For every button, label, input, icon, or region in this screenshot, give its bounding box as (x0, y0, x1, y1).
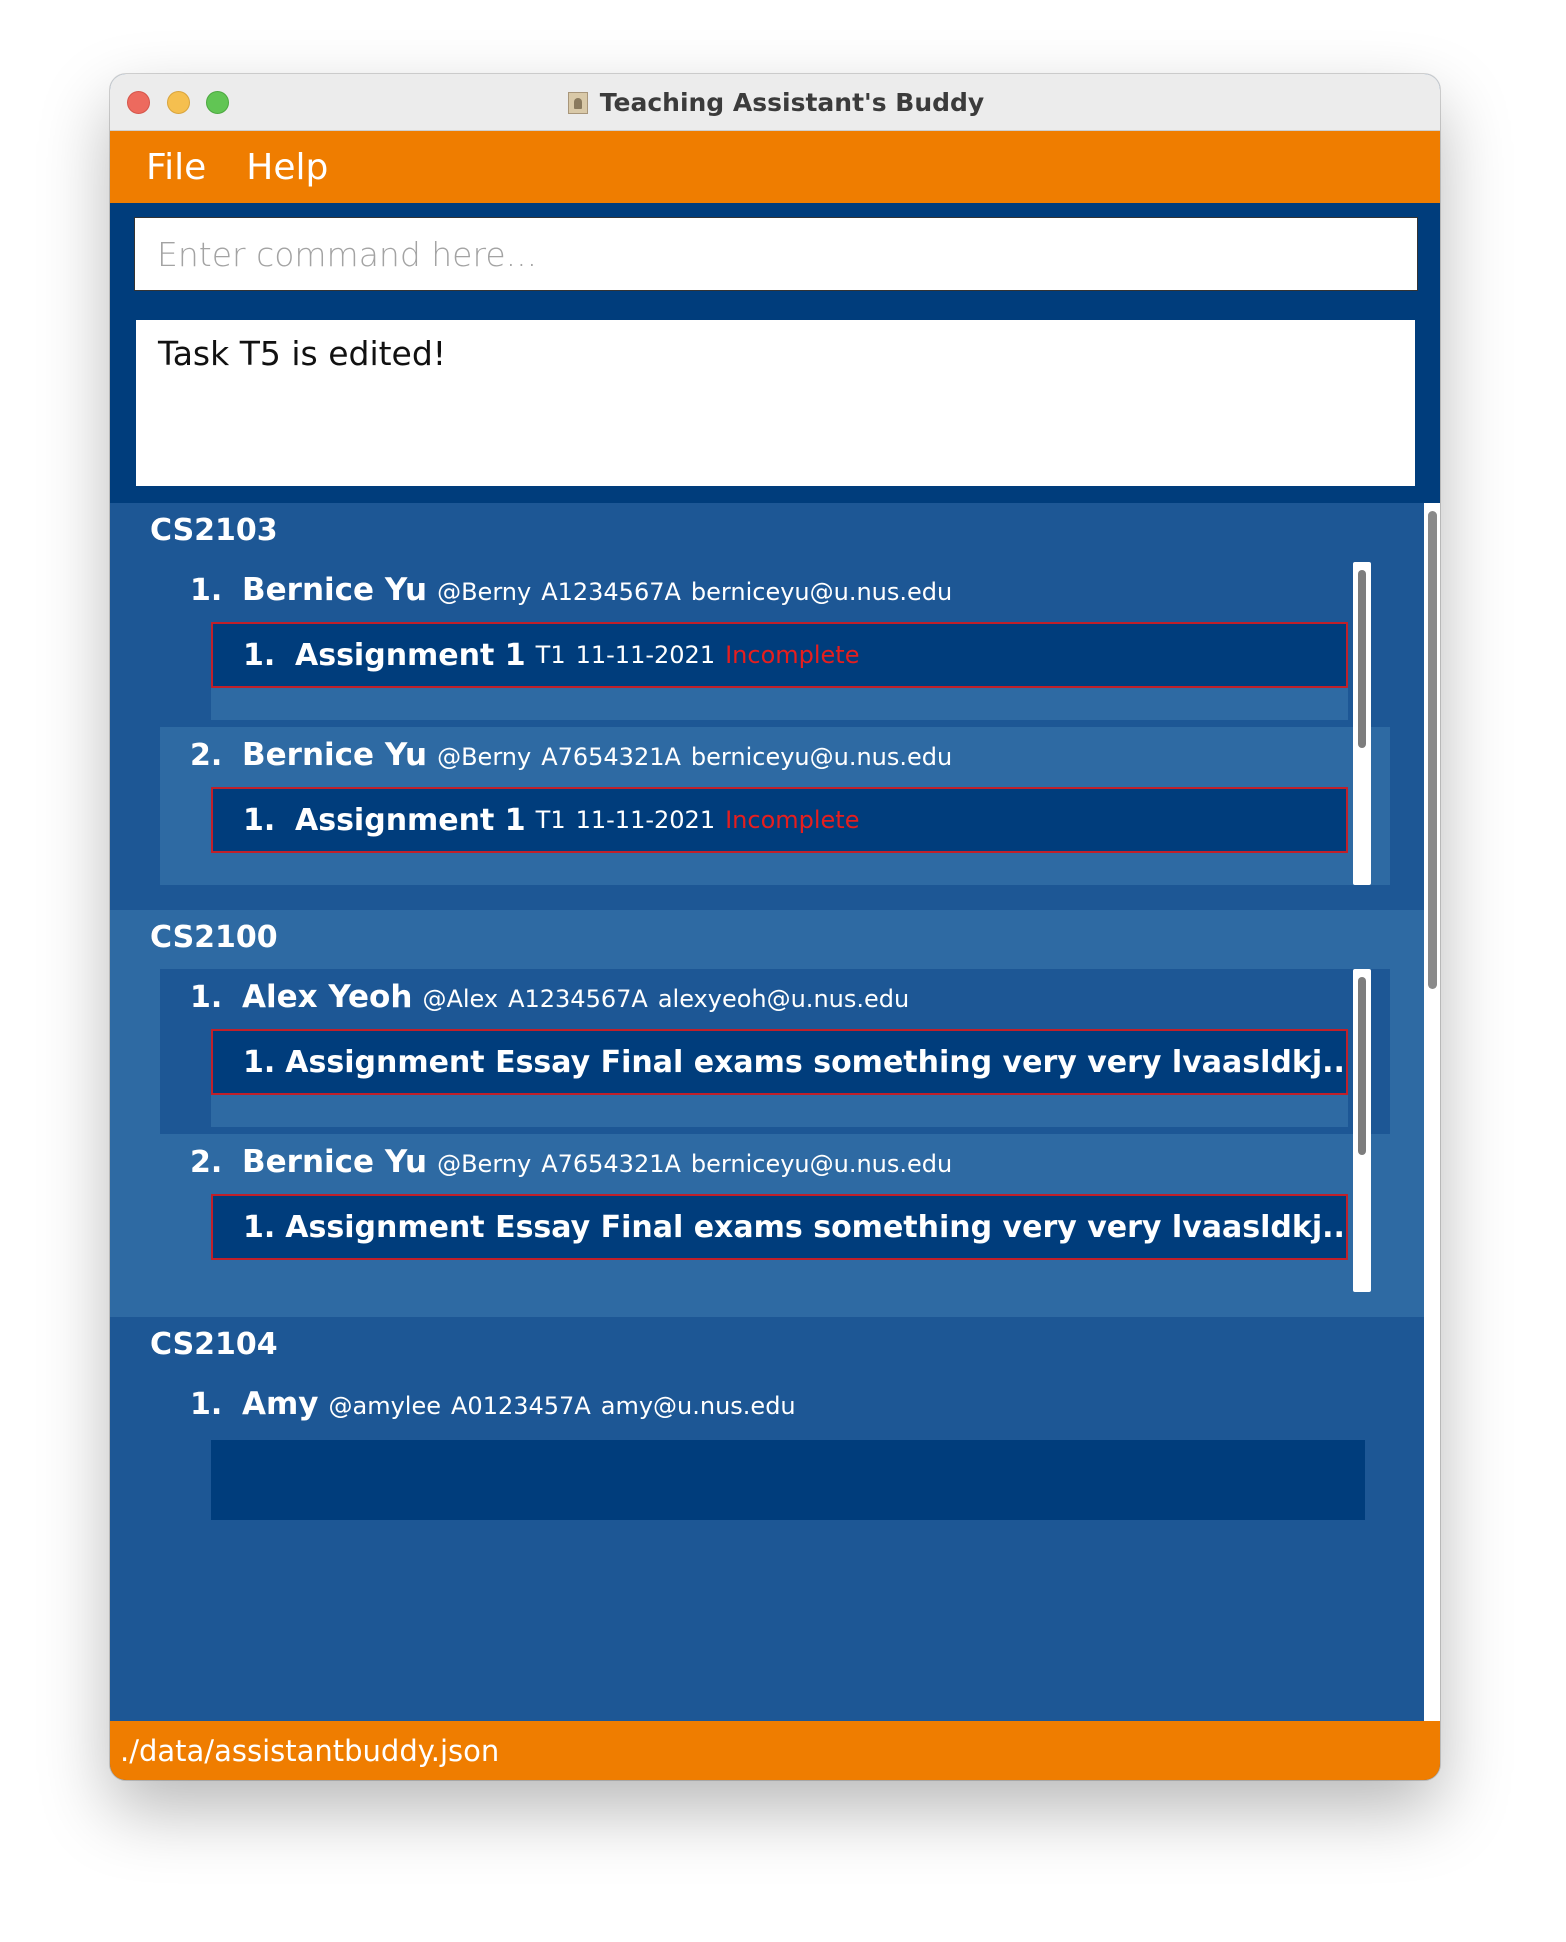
student-email: berniceyu@u.nus.edu (690, 1150, 953, 1178)
task-list-spacer (211, 688, 1348, 720)
student-telegram: @Berny (437, 1150, 532, 1178)
module-title: CS2103 (150, 513, 278, 548)
task-row[interactable]: 1. Assignment Essay Final exams somethin… (211, 1194, 1348, 1260)
student-email: alexyeoh@u.nus.edu (657, 985, 910, 1013)
student-name: Bernice Yu (242, 1144, 428, 1180)
module-card[interactable]: CS2100 1. Alex Yeoh @Alex A1234567A alex… (110, 910, 1424, 1317)
student-card[interactable]: 2. Bernice Yu @Berny A7654321A berniceyu… (160, 727, 1390, 885)
task-row[interactable]: 1. Assignment Essay Final exams somethin… (211, 1029, 1348, 1095)
student-list-scroll-thumb[interactable] (1358, 570, 1366, 748)
student-telegram: @amylee (328, 1392, 442, 1420)
task-name: Assignment Essay Final exams something v… (285, 1209, 1348, 1245)
module-list[interactable]: CS2103 1. Bernice Yu @Berny A1234567A be… (110, 503, 1440, 1721)
menu-help[interactable]: Help (246, 147, 328, 188)
command-input[interactable] (134, 217, 1418, 291)
student-name: Bernice Yu (242, 572, 428, 608)
student-list-scroll-thumb[interactable] (1358, 977, 1366, 1155)
student-list[interactable]: 1. Bernice Yu @Berny A1234567A berniceyu… (160, 562, 1390, 885)
menu-file[interactable]: File (146, 147, 206, 188)
student-id: A1234567A (541, 578, 681, 606)
student-name: Bernice Yu (242, 737, 428, 773)
student-email: berniceyu@u.nus.edu (690, 578, 953, 606)
task-index: 1. (243, 1209, 276, 1245)
module-card[interactable]: CS2104 1. Amy @amylee A0123457A amy@u.nu… (110, 1317, 1424, 1721)
student-list[interactable]: 1. Amy @amylee A0123457A amy@u.nus.edu (160, 1376, 1390, 1721)
student-email: amy@u.nus.edu (600, 1392, 796, 1420)
command-area: Task T5 is edited! (110, 203, 1440, 503)
task-tag: T1 (535, 806, 566, 834)
student-name: Alex Yeoh (242, 979, 413, 1015)
menu-bar: File Help (110, 131, 1440, 203)
student-list[interactable]: 1. Alex Yeoh @Alex A1234567A alexyeoh@u.… (160, 969, 1390, 1292)
module-title: CS2100 (150, 920, 278, 955)
task-row[interactable]: 1. Assignment 1 T1 11-11-2021 Incomplete (211, 787, 1348, 853)
task-index: 1. (243, 802, 276, 838)
result-display: Task T5 is edited! (136, 320, 1415, 486)
task-deadline: 11-11-2021 (575, 806, 716, 834)
student-name: Amy (242, 1386, 319, 1422)
task-list-spacer (211, 1095, 1348, 1127)
task-name: Assignment 1 (295, 802, 526, 838)
student-index: 1. (190, 573, 223, 608)
student-card[interactable]: 1. Bernice Yu @Berny A1234567A berniceyu… (160, 562, 1390, 727)
student-telegram: @Alex (422, 985, 499, 1013)
student-id: A0123457A (451, 1392, 591, 1420)
student-card[interactable]: 2. Bernice Yu @Berny A7654321A berniceyu… (160, 1134, 1390, 1292)
student-email: berniceyu@u.nus.edu (690, 743, 953, 771)
student-id: A7654321A (541, 1150, 681, 1178)
student-list-scrollbar[interactable] (1353, 562, 1371, 885)
app-icon (566, 91, 590, 115)
student-id: A1234567A (508, 985, 648, 1013)
student-id: A7654321A (541, 743, 681, 771)
student-telegram: @Berny (437, 743, 532, 771)
student-index: 1. (190, 980, 223, 1015)
module-title: CS2104 (150, 1327, 278, 1362)
task-name: Assignment 1 (295, 637, 526, 673)
module-card[interactable]: CS2103 1. Bernice Yu @Berny A1234567A be… (110, 503, 1424, 910)
task-status: Incomplete (725, 641, 860, 669)
student-card[interactable]: 1. Amy @amylee A0123457A amy@u.nus.edu (160, 1376, 1390, 1721)
window-title: Teaching Assistant's Buddy (599, 88, 985, 117)
task-status: Incomplete (725, 806, 860, 834)
save-file-path: ./data/assistantbuddy.json (120, 1733, 500, 1768)
student-card[interactable]: 1. Alex Yeoh @Alex A1234567A alexyeoh@u.… (160, 969, 1390, 1134)
task-name: Assignment Essay Final exams something v… (285, 1044, 1348, 1080)
student-list-scrollbar[interactable] (1353, 969, 1371, 1292)
module-list-scroll-thumb[interactable] (1428, 511, 1437, 989)
task-tag: T1 (535, 641, 566, 669)
student-telegram: @Berny (437, 578, 532, 606)
app-window: Teaching Assistant's Buddy File Help Tas… (110, 74, 1440, 1780)
task-list-empty (211, 1440, 1365, 1520)
task-deadline: 11-11-2021 (575, 641, 716, 669)
student-index: 2. (190, 738, 223, 773)
student-index: 1. (190, 1387, 223, 1422)
task-row[interactable]: 1. Assignment 1 T1 11-11-2021 Incomplete (211, 622, 1348, 688)
task-index: 1. (243, 1044, 276, 1080)
status-bar: ./data/assistantbuddy.json (110, 1721, 1440, 1780)
task-index: 1. (243, 637, 276, 673)
student-index: 2. (190, 1145, 223, 1180)
title-bar: Teaching Assistant's Buddy (110, 74, 1440, 131)
